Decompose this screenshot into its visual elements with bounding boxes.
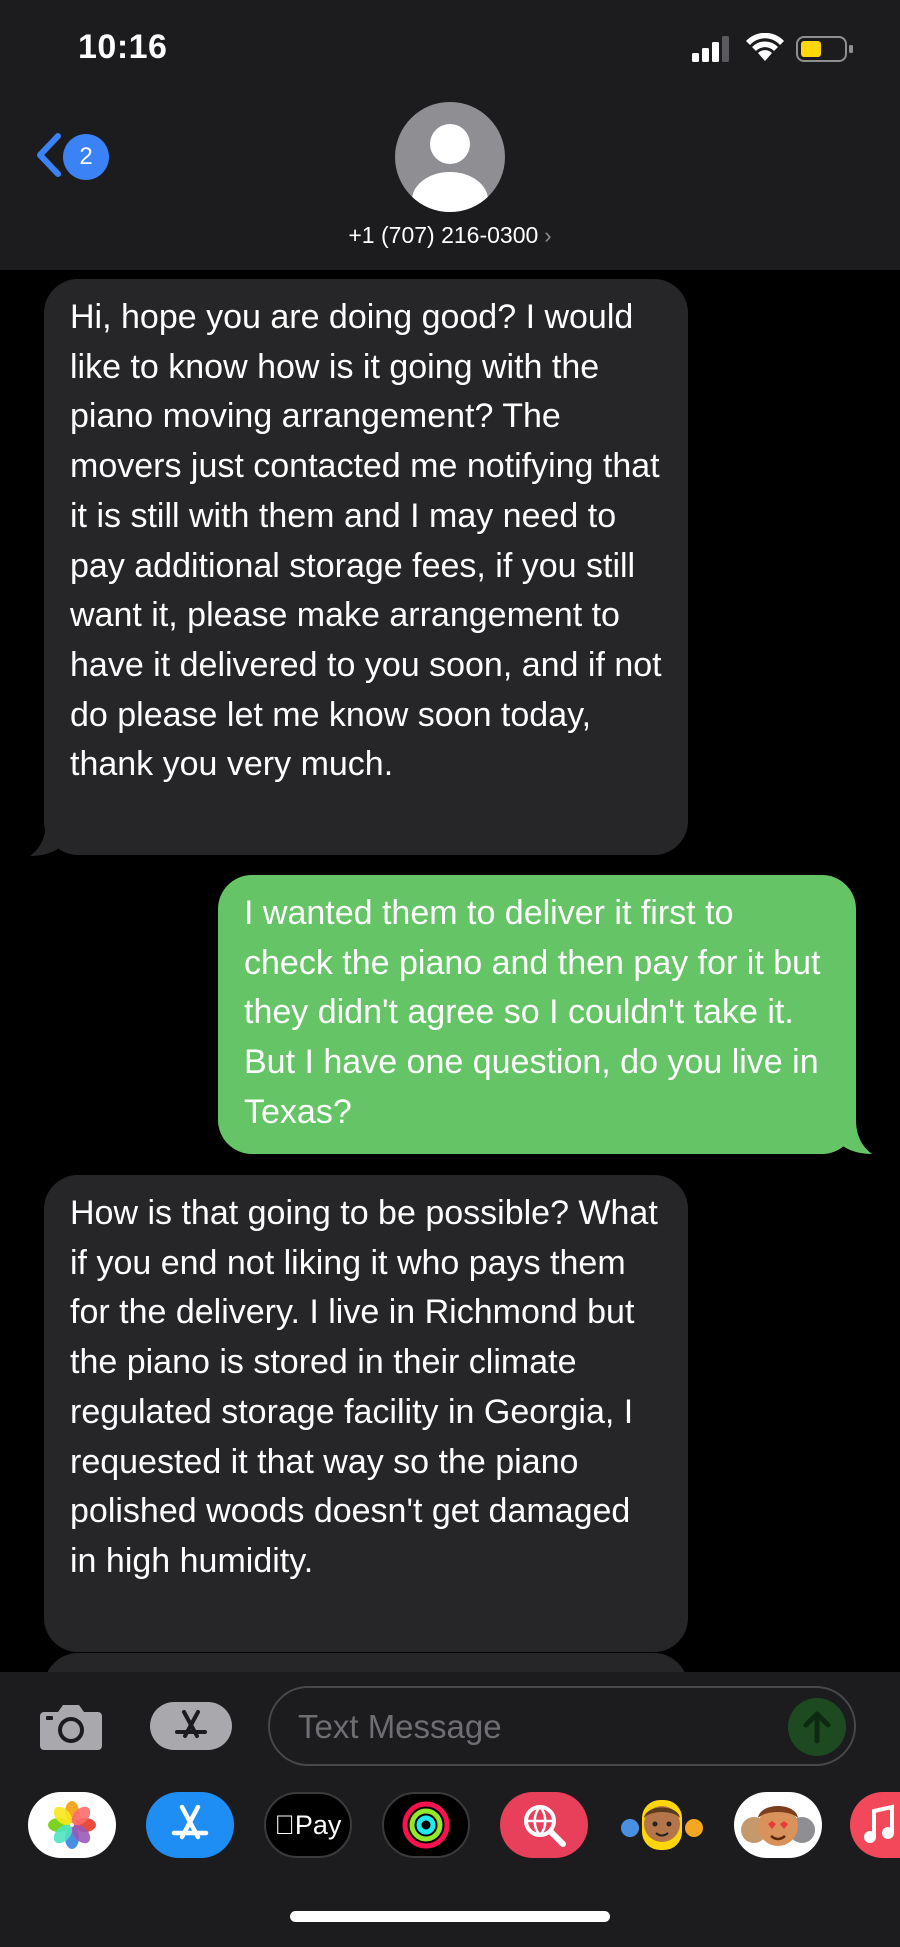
animoji-faces-icon (741, 1806, 815, 1846)
camera-icon[interactable] (38, 1700, 104, 1752)
photos-flower-icon (48, 1801, 96, 1849)
message-input[interactable] (298, 1704, 778, 1750)
app-store-a-icon (171, 1804, 209, 1840)
apple-logo-icon:  (275, 1810, 295, 1841)
memoji-face-icon (621, 1800, 703, 1850)
app-store-icon (175, 1710, 207, 1738)
battery-icon (796, 36, 853, 62)
outgoing-message-bubble[interactable]: I wanted them to deliver it first to che… (218, 875, 856, 1154)
message-text: I wanted them to deliver it first to che… (244, 894, 821, 1131)
incoming-bubble-tail (30, 822, 64, 856)
incoming-message-bubble[interactable]: Hi, hope you are doing good? I would lik… (44, 279, 688, 855)
back-chevron-icon[interactable] (34, 132, 64, 178)
incoming-message-bubble[interactable]: How is that going to be possible? What i… (44, 1175, 688, 1652)
memoji-app-icon[interactable] (618, 1792, 706, 1858)
send-button[interactable] (788, 1698, 846, 1756)
unread-count-badge[interactable]: 2 (63, 134, 109, 180)
animoji-app-icon[interactable] (734, 1792, 822, 1858)
app-store-app-icon[interactable] (146, 1792, 234, 1858)
chevron-right-icon: › (544, 223, 552, 248)
contact-name[interactable]: +1 (707) 216-0300 › (0, 222, 900, 249)
outgoing-bubble-tail (838, 1120, 872, 1154)
status-time: 10:16 (78, 28, 168, 66)
contact-phone-number: +1 (707) 216-0300 (348, 222, 539, 248)
apple-pay-label: Pay (284, 1809, 342, 1840)
app-store-button[interactable] (150, 1702, 232, 1750)
photos-app-icon[interactable] (28, 1792, 116, 1858)
message-text-field[interactable] (268, 1686, 856, 1766)
music-note-icon (864, 1804, 894, 1843)
person-silhouette-icon (412, 124, 488, 212)
message-text: Hi, hope you are doing good? I would lik… (70, 298, 662, 784)
arrow-up-icon (803, 1711, 831, 1744)
apple-pay-app-icon[interactable]: Pay (264, 1792, 352, 1858)
home-indicator[interactable] (290, 1911, 610, 1922)
cellular-signal-icon (692, 36, 729, 62)
image-search-app-icon[interactable] (500, 1792, 588, 1858)
contact-avatar[interactable] (395, 102, 505, 212)
wifi-icon (746, 33, 784, 61)
activity-rings-icon (402, 1801, 450, 1849)
message-text: How is that going to be possible? What i… (70, 1194, 658, 1580)
activity-app-icon[interactable] (382, 1792, 470, 1858)
globe-magnifier-icon (524, 1805, 566, 1847)
